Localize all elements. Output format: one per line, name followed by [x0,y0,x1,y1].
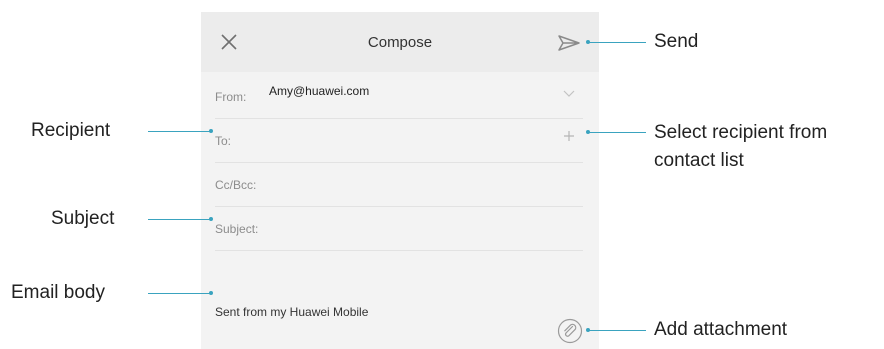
recipient-callout-dot [209,129,213,133]
ccbcc-row: Cc/Bcc: [215,162,583,207]
email-body-callout-line [148,293,210,294]
compose-title: Compose [367,34,433,51]
send-callout-label: Send [654,31,699,52]
subject-row: Subject: [215,206,583,251]
attachment-callout-label: Add attachment [654,319,788,340]
ccbcc-field[interactable] [275,170,525,196]
send-callout-line [588,42,646,43]
to-field[interactable] [275,126,525,152]
signature-text: Sent from my Huawei Mobile [215,305,369,319]
compose-screen: Compose From: Amy@huawei.com To: Cc/Bcc:… [201,12,599,349]
ccbcc-label: Cc/Bcc: [215,178,257,192]
add-recipient-icon[interactable] [563,130,575,142]
select-recipient-callout-label-1: Select recipient from [654,122,828,143]
from-row[interactable]: From: Amy@huawei.com [215,74,583,119]
recipient-callout-label: Recipient [31,120,111,141]
select-recipient-callout-label-2: contact list [654,150,744,171]
email-body-callout-dot [209,291,213,295]
to-row: To: [215,118,583,163]
email-body-callout-label: Email body [11,282,105,303]
subject-callout-label: Subject [51,208,115,229]
recipient-callout-line [148,131,210,132]
chevron-down-icon[interactable] [563,90,575,98]
subject-callout-line [148,219,210,220]
subject-callout-dot [209,217,213,221]
from-value: Amy@huawei.com [269,84,370,98]
compose-toolbar: Compose [201,12,599,72]
subject-field[interactable] [275,214,525,240]
subject-label: Subject: [215,222,259,236]
attachment-callout-line [588,330,646,331]
paperclip-icon[interactable] [557,318,583,344]
select-recipient-callout-line [588,132,646,133]
to-label: To: [215,134,232,148]
email-body-field[interactable] [215,252,545,332]
from-label: From: [215,90,247,104]
send-icon[interactable] [557,33,581,53]
